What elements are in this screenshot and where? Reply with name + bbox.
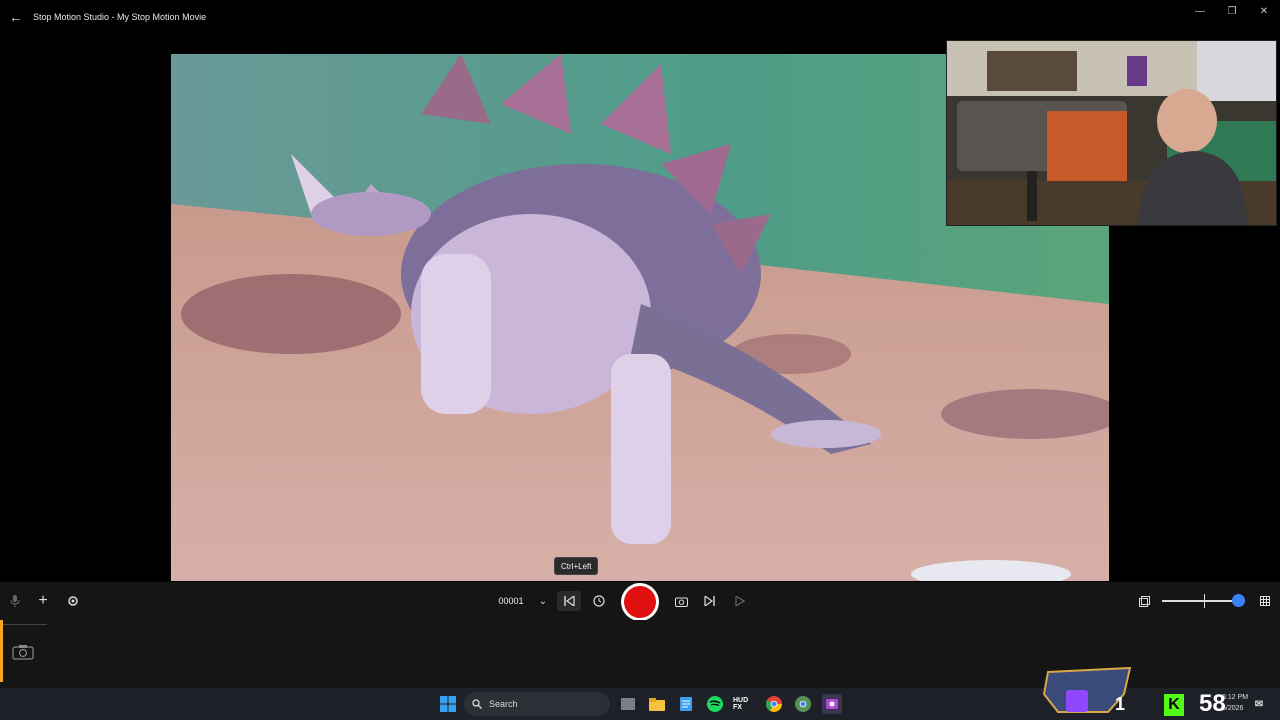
timer-button[interactable] [589,591,609,611]
frame-counter: 00001 [498,596,524,606]
shortcut-tooltip: Ctrl+Left [554,557,599,575]
zoom-slider-thumb[interactable] [1231,594,1245,607]
zoom-slider-track[interactable] [1162,600,1242,602]
play-button[interactable] [730,591,750,611]
notification-icon[interactable]: ✉ [1252,694,1266,714]
skip-to-start-button[interactable] [557,591,581,611]
close-icon[interactable]: ✕ [1248,0,1280,22]
twitch-viewer-count: 1 [1115,694,1126,714]
zoom-slider-tick [1204,594,1205,608]
tray-time: 6:12 PM [1222,694,1249,701]
add-frame-button[interactable]: + [34,591,52,611]
camera-capture-icon [674,597,688,607]
kick-icon: K [1164,694,1184,716]
spotify-icon[interactable] [705,694,725,714]
frame-dropdown[interactable]: ⌄ [535,591,551,611]
timer-icon [593,595,605,607]
overlay-button[interactable] [1134,591,1154,611]
grid-button[interactable] [1256,591,1274,611]
hud-fx-icon[interactable]: HUD FX [733,694,755,714]
skip-to-end-icon [704,596,715,606]
grid-icon [1260,596,1270,606]
chrome-icon[interactable] [764,694,784,714]
chrome-alt-icon[interactable] [793,694,813,714]
maximize-icon[interactable]: ❐ [1216,0,1248,22]
window-title: Stop Motion Studio - My Stop Motion Movi… [33,12,207,22]
kick-viewer-count: 58 [1199,690,1226,717]
timeline-ruler [3,624,47,625]
record-dot [624,586,656,618]
plus-icon: + [38,592,48,609]
task-view-icon[interactable] [618,694,638,714]
playhead-marker[interactable] [0,620,3,682]
settings-icon [68,596,78,606]
arrow-left-icon: ← [9,9,23,25]
search-icon [472,699,482,709]
minimize-icon[interactable]: — [1184,0,1216,22]
search-placeholder: Search [489,699,518,709]
settings-button[interactable] [63,591,83,611]
skip-to-end-button[interactable] [700,591,720,611]
record-button[interactable] [621,583,659,621]
file-explorer-icon[interactable] [647,694,667,714]
capture-button[interactable] [671,591,691,611]
webcam-overlay [946,40,1277,226]
back-button[interactable]: ← [0,0,32,34]
chevron-down-icon: ⌄ [538,595,548,607]
window-controls: — ❐ ✕ [1184,0,1280,22]
notepad-icon[interactable] [676,694,696,714]
skip-to-start-icon [564,596,575,606]
play-icon [735,596,745,606]
camera-icon[interactable] [12,644,34,660]
overlay-icon [1138,595,1150,607]
title-bar: ← Stop Motion Studio - My Stop Motion Mo… [0,0,1280,34]
capture-controls: + 00001 ⌄ [0,582,1280,621]
hud-fx-label: HUD FX [733,697,749,711]
taskbar-search[interactable]: Search [464,692,610,716]
stop-motion-icon[interactable] [822,694,842,714]
microphone-icon[interactable] [6,591,24,611]
windows-start-icon[interactable] [438,694,458,714]
